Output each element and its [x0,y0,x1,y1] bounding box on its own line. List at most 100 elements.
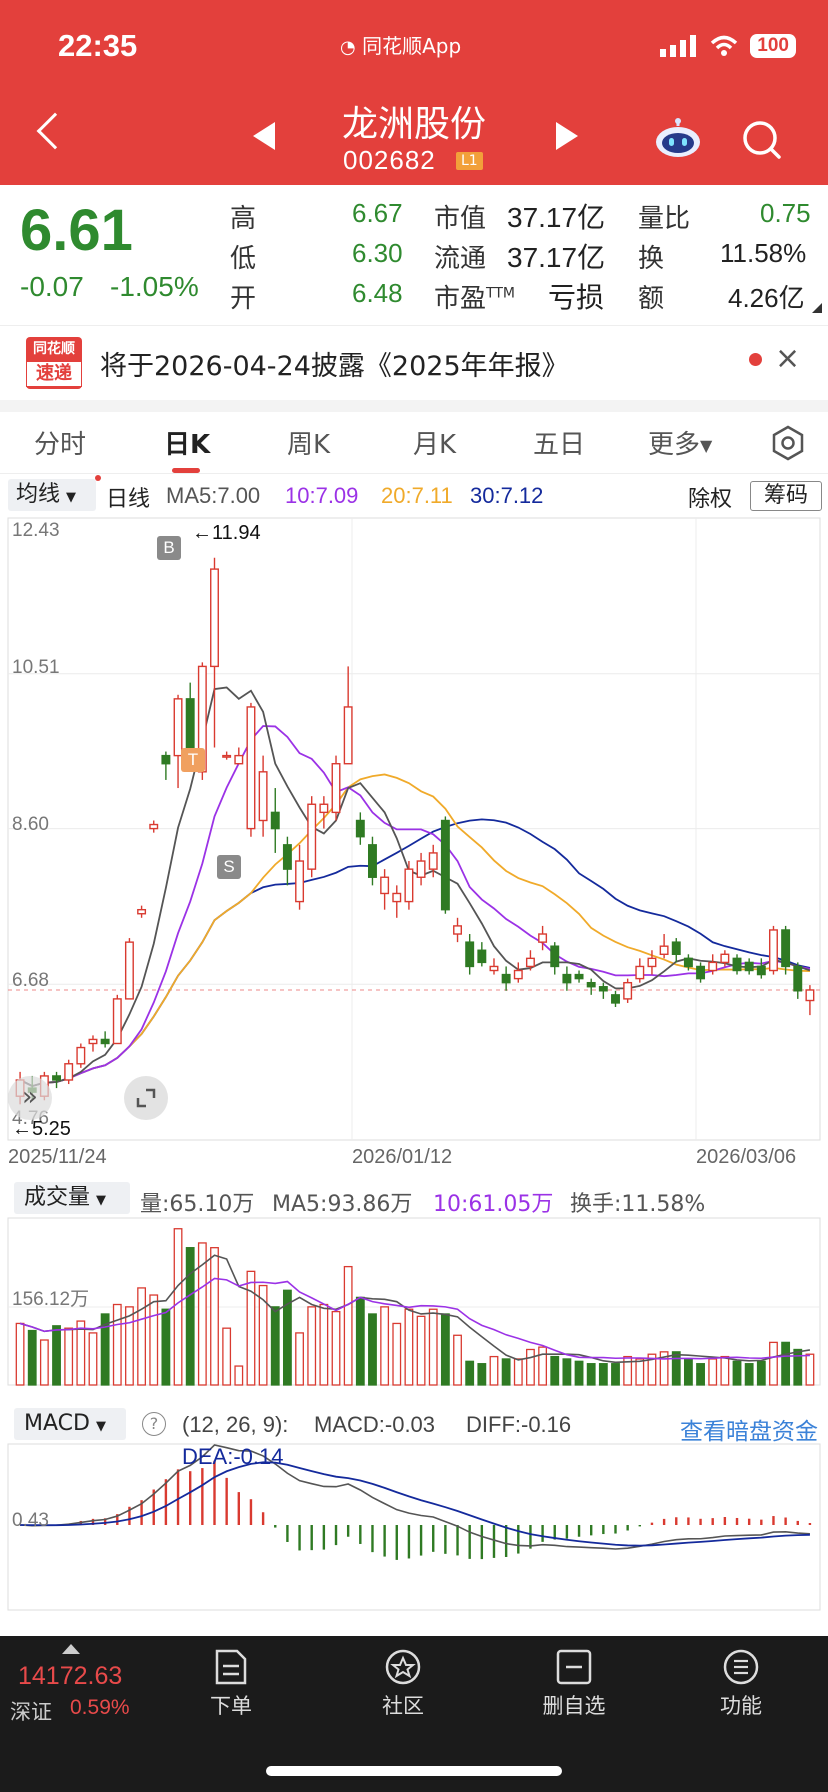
volume-bar-65 [805,1353,815,1386]
robot-assistant-icon[interactable] [654,118,702,158]
dea-line [20,1461,810,1547]
candle-body-37 [465,941,475,968]
status-indicators: 100 [660,34,796,58]
volume-bar-57 [708,1358,718,1386]
close-icon[interactable]: × [775,341,800,376]
candle-body-31 [392,892,402,903]
volume-bar-42 [526,1348,535,1386]
wifi-icon [711,35,738,56]
diff-value: DIFF:-0.16 [466,1412,572,1437]
volume-bar-10 [137,1287,147,1386]
chips-button[interactable]: 筹码 [750,481,822,511]
tab-five-day[interactable]: 五日 [533,424,585,461]
sell-marker[interactable]: S [217,855,241,879]
functions-button[interactable]: 功能 [691,1648,791,1720]
candle-body-33 [416,860,426,878]
kline-chart[interactable] [0,515,828,1145]
volume-chart[interactable] [0,1216,828,1386]
expand-left-icon[interactable]: » [8,1076,52,1120]
ma-legend-bar: 均线 ▼ 日线 MA5:7.00 10:7.09 20:7.11 30:7.12 … [0,477,828,515]
expand-corner-icon[interactable] [812,303,822,313]
volume-bar-19 [246,1270,256,1386]
tab-more-label: 更多 [648,430,701,460]
volume-bar-26 [331,1310,341,1386]
home-indicator [266,1766,562,1776]
volume-bar-11 [149,1294,159,1386]
candle-body-42 [525,957,535,968]
candle-body-43 [538,933,548,943]
volume-ma5: MA5:93.86万 [272,1192,413,1217]
macd-chart[interactable] [0,1442,828,1622]
volume-bar-5 [76,1320,86,1386]
candle-body-47 [586,981,596,988]
next-stock-icon[interactable] [556,122,578,150]
candle-body-9 [124,941,134,1000]
app-logo-icon: ◔ [340,37,356,58]
candle-body-49 [611,994,620,1004]
pe-label-text: 市盈 [434,284,487,314]
community-icon [385,1649,421,1685]
candle-body-65 [805,989,815,1002]
candle-body-12 [161,754,171,765]
candle-body-53 [659,945,669,955]
order-icon [215,1649,247,1685]
tab-monthly-k[interactable]: 月K [413,424,456,461]
volume-bar-56 [696,1363,705,1386]
volume-bar-33 [416,1315,426,1386]
macd-y-tick: 0.43 [12,1510,49,1531]
candle-body-22 [282,844,292,870]
tab-more[interactable]: 更多▼ [648,424,712,461]
y-tick-top: 12.43 [12,520,60,541]
t-marker[interactable]: T [181,748,205,772]
turnover-value: 11.58% [720,238,807,268]
ma-indicator-label: 均线 [16,482,61,507]
volume-bar-34 [428,1308,438,1386]
candle-body-36 [453,925,462,935]
volume-bar-55 [683,1358,693,1386]
macd-indicator-dropdown[interactable]: MACD ▼ [14,1408,126,1440]
candle-body-41 [513,969,523,980]
macd-indicator-label: MACD [24,1411,90,1436]
volume-bar-39 [489,1355,499,1386]
candle-body-58 [720,953,730,964]
ma-indicator-dropdown[interactable]: 均线 ▼ [8,479,96,511]
dea-value: DEA:-0.14 [182,1444,284,1469]
volume-bar-50 [623,1355,633,1386]
min-price-label: ←5.25 [12,1118,71,1140]
volume-turnover: 换手:11.58% [570,1192,706,1217]
notice-bar[interactable]: 同花顺 速递 将于2026-04-24披露《2025年年报》 [0,325,828,400]
level-badge: L1 [456,152,483,170]
search-icon[interactable] [742,120,782,160]
volume-bar-58 [720,1355,730,1386]
signal-icon [660,35,697,57]
volume-bar-31 [392,1322,402,1386]
remove-watchlist-button[interactable]: 删自选 [522,1648,626,1720]
volume-bar-46 [574,1360,584,1386]
volume-bar-36 [453,1334,462,1386]
index-value[interactable]: 14172.63 [18,1662,122,1691]
order-button[interactable]: 下单 [181,1648,281,1720]
help-icon[interactable]: ? [142,1412,166,1436]
community-button[interactable]: 社区 [353,1648,453,1720]
volume-bar-30 [380,1306,390,1386]
volume-bar-2 [39,1339,49,1386]
period-label: 日线 [106,487,151,512]
float-value: 37.17亿 [507,242,606,273]
notice-logo-top: 同花顺 [33,341,75,357]
vr-value: 0.75 [760,198,811,228]
fullscreen-icon[interactable] [124,1076,168,1120]
volume-bar-45 [562,1358,572,1386]
tab-weekly-k[interactable]: 周K [287,424,330,461]
tab-intraday[interactable]: 分时 [34,424,86,461]
candle-body-46 [574,973,584,980]
buy-marker[interactable]: B [157,536,181,560]
candle-body-8 [112,998,122,1045]
candle-body-35 [440,819,450,911]
volume-bar-48 [598,1363,608,1386]
settings-icon[interactable] [770,425,806,461]
tab-daily-k[interactable]: 日K [164,424,210,461]
volume-indicator-dropdown[interactable]: 成交量 ▼ [14,1182,130,1214]
volume-bar-32 [404,1308,414,1386]
dark-pool-link[interactable]: 查看暗盘资金 [680,1412,818,1446]
adjust-toggle[interactable]: 除权 [688,481,732,513]
